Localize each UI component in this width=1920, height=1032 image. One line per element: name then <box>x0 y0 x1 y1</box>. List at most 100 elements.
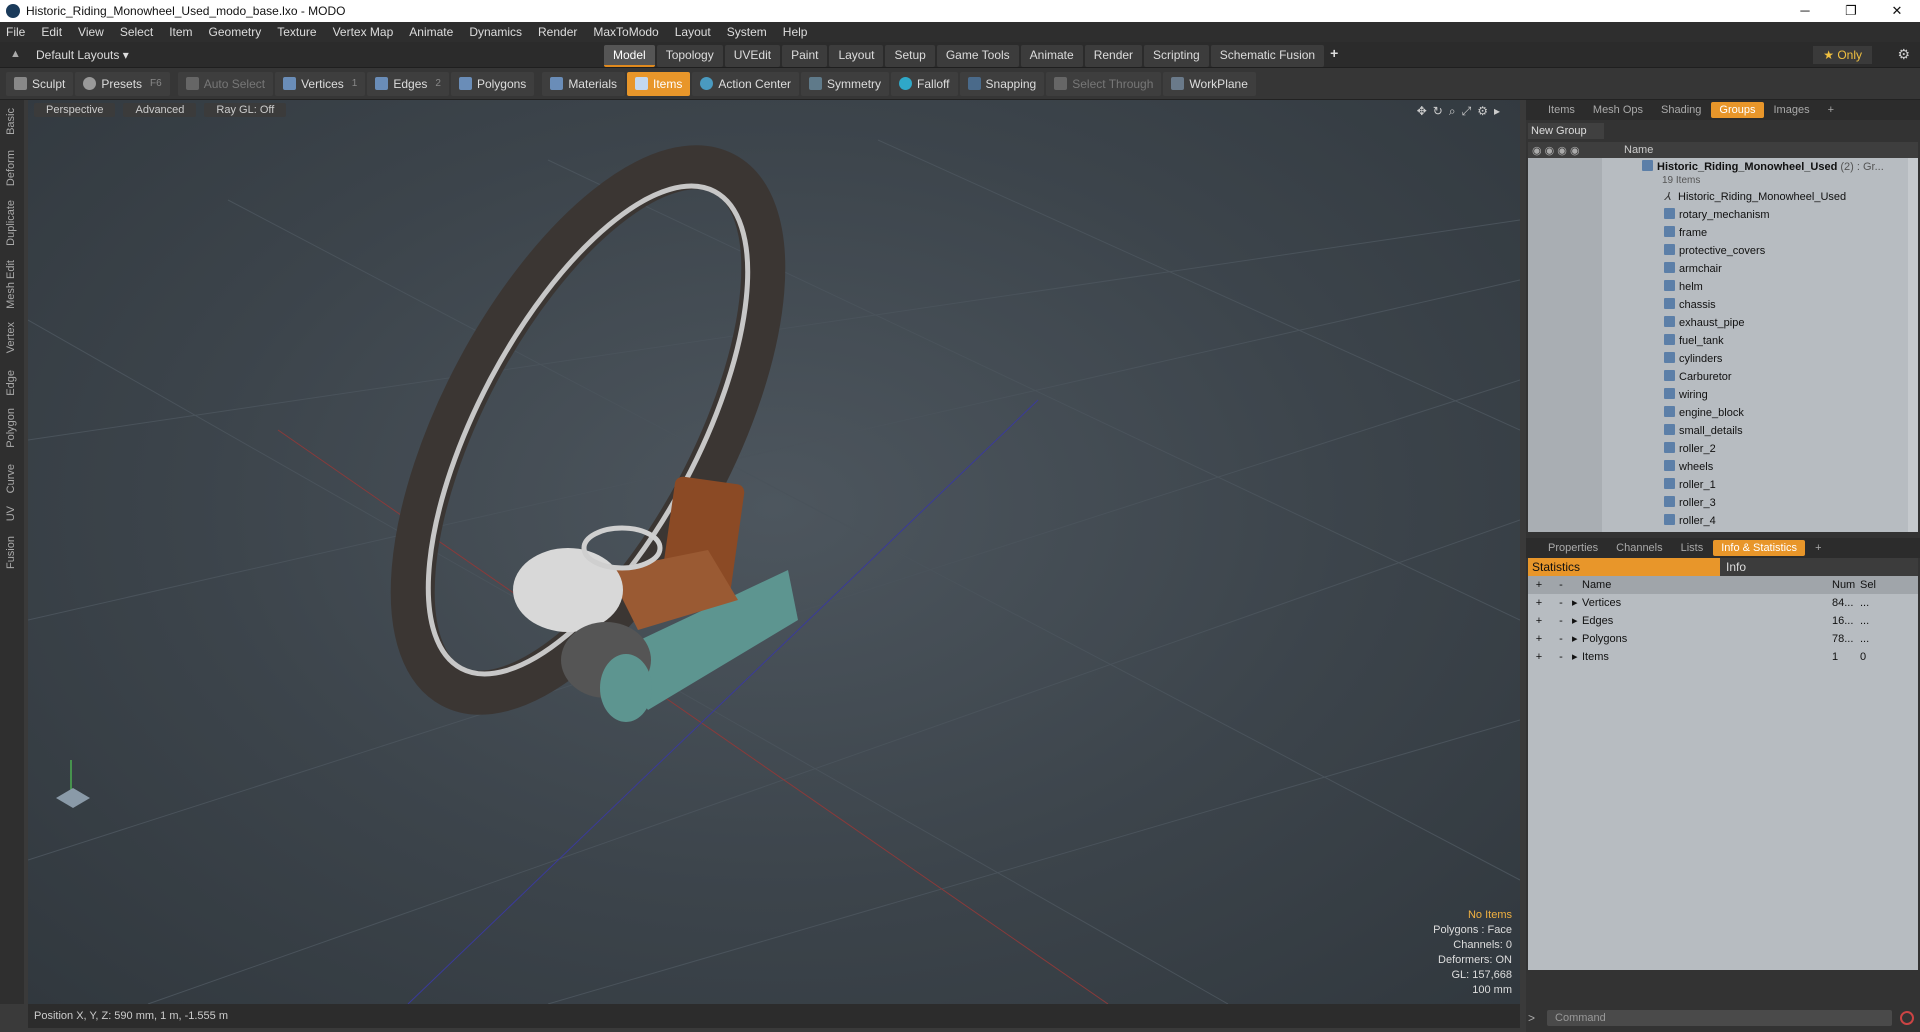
remove-icon[interactable]: - <box>1550 612 1572 630</box>
snapping-button[interactable]: Snapping <box>959 71 1045 96</box>
add-icon[interactable]: + <box>1528 594 1550 612</box>
left-tab-uv[interactable]: UV <box>5 506 17 521</box>
edges-button[interactable]: Edges 2 <box>367 71 449 96</box>
fit-icon[interactable]: ⤢ <box>1462 104 1478 118</box>
left-tab-basic[interactable]: Basic <box>5 108 17 135</box>
layout-switch-icon[interactable]: ▲ <box>10 48 22 60</box>
workplane-button[interactable]: WorkPlane <box>1163 71 1256 96</box>
tab-render[interactable]: Render <box>1084 45 1143 67</box>
menu-geometry[interactable]: Geometry <box>209 25 262 39</box>
tab-game-tools[interactable]: Game Tools <box>936 45 1019 67</box>
group-item[interactable]: wiring <box>1528 386 1918 404</box>
group-item[interactable]: roller_2 <box>1528 440 1918 458</box>
tab-animate[interactable]: Animate <box>1020 45 1083 67</box>
table-row[interactable]: + - ▸ Vertices 84... ... <box>1528 594 1918 612</box>
menu-help[interactable]: Help <box>783 25 808 39</box>
statistics-tab[interactable]: Statistics <box>1528 558 1720 576</box>
zoom-icon[interactable]: ⌕ <box>1449 104 1462 118</box>
group-item[interactable]: wheels <box>1528 458 1918 476</box>
menu-file[interactable]: File <box>6 25 25 39</box>
menu-maxtomodo[interactable]: MaxToModo <box>593 25 658 39</box>
expand-all-icon[interactable]: + <box>1528 576 1550 594</box>
group-item[interactable]: cylinders <box>1528 350 1918 368</box>
tab-topology[interactable]: Topology <box>656 45 723 67</box>
table-row[interactable]: + - ▸ Items 1 0 <box>1528 648 1918 666</box>
auto-select-button[interactable]: Auto Select <box>177 71 274 96</box>
select-through-button[interactable]: Select Through <box>1046 71 1162 96</box>
expand-arrow-icon[interactable]: ▸ <box>1572 648 1582 666</box>
close-button[interactable]: ✕ <box>1874 0 1920 22</box>
tab-paint[interactable]: Paint <box>782 45 828 67</box>
name-column-header[interactable]: Name <box>1624 144 1653 156</box>
tab-uvedit[interactable]: UVEdit <box>724 45 781 67</box>
tab-setup[interactable]: Setup <box>885 45 935 67</box>
symmetry-button[interactable]: Symmetry <box>801 71 890 96</box>
group-item[interactable]: rotary_mechanism <box>1528 206 1918 224</box>
left-tab-curve[interactable]: Curve <box>5 464 17 493</box>
group-item[interactable]: fuel_tank <box>1528 332 1918 350</box>
left-tab-duplicate[interactable]: Duplicate <box>5 200 17 246</box>
left-tab-deform[interactable]: Deform <box>5 150 17 186</box>
tab-properties[interactable]: Properties <box>1540 540 1606 556</box>
menu-layout[interactable]: Layout <box>675 25 711 39</box>
remove-icon[interactable]: - <box>1550 648 1572 666</box>
expand-arrow-icon[interactable]: ▸ <box>1572 594 1582 612</box>
command-input[interactable]: Command <box>1547 1010 1892 1026</box>
add-icon[interactable]: + <box>1528 648 1550 666</box>
presets-button[interactable]: Presets F6 <box>75 71 170 96</box>
table-row[interactable]: + - ▸ Edges 16... ... <box>1528 612 1918 630</box>
viewport-settings-icon[interactable]: ⚙ <box>1477 104 1494 118</box>
group-item[interactable]: chassis <box>1528 296 1918 314</box>
advanced-dropdown[interactable]: Advanced <box>123 103 197 117</box>
3d-viewport[interactable]: Perspective Advanced Ray GL: Off ✥↻⌕⤢⚙▸ … <box>28 100 1520 1004</box>
menu-vertex-map[interactable]: Vertex Map <box>333 25 394 39</box>
polygons-button[interactable]: Polygons <box>450 71 535 96</box>
group-item[interactable]: armchair <box>1528 260 1918 278</box>
expand-arrow-icon[interactable]: ▸ <box>1572 612 1582 630</box>
expand-arrow-icon[interactable]: ▸ <box>1572 630 1582 648</box>
group-item[interactable]: roller_4 <box>1528 512 1918 530</box>
menu-edit[interactable]: Edit <box>41 25 62 39</box>
menu-system[interactable]: System <box>727 25 767 39</box>
falloff-button[interactable]: Falloff <box>891 71 958 96</box>
group-item[interactable]: engine_block <box>1528 404 1918 422</box>
group-item[interactable]: exhaust_pipe <box>1528 314 1918 332</box>
add-icon[interactable]: + <box>1528 630 1550 648</box>
groups-scrollbar[interactable] <box>1908 158 1918 532</box>
items-button[interactable]: Items <box>627 71 691 96</box>
tab-schematic-fusion[interactable]: Schematic Fusion <box>1210 45 1325 67</box>
add-panel-tab-icon[interactable]: + <box>1820 102 1842 118</box>
menu-animate[interactable]: Animate <box>409 25 453 39</box>
left-tab-polygon[interactable]: Polygon <box>5 408 17 448</box>
collapse-all-icon[interactable]: - <box>1550 576 1572 594</box>
tab-items[interactable]: Items <box>1540 102 1583 118</box>
menu-texture[interactable]: Texture <box>277 25 316 39</box>
add-icon[interactable]: + <box>1528 612 1550 630</box>
group-item[interactable]: ⅄ Historic_Riding_Monowheel_Used <box>1528 188 1918 206</box>
tab-shading[interactable]: Shading <box>1653 102 1709 118</box>
left-tab-edge[interactable]: Edge <box>5 370 17 396</box>
materials-button[interactable]: Materials <box>542 71 625 96</box>
table-row[interactable]: + - ▸ Polygons 78... ... <box>1528 630 1918 648</box>
rotate-icon[interactable]: ↻ <box>1433 104 1449 118</box>
gear-icon[interactable]: ⚙ <box>1897 46 1910 63</box>
new-group-button[interactable]: New Group <box>1528 123 1604 139</box>
record-icon[interactable] <box>1900 1011 1914 1025</box>
menu-item[interactable]: Item <box>169 25 192 39</box>
perspective-dropdown[interactable]: Perspective <box>34 103 116 117</box>
raygl-dropdown[interactable]: Ray GL: Off <box>204 103 287 117</box>
group-item[interactable]: roller_3 <box>1528 494 1918 512</box>
remove-icon[interactable]: - <box>1550 594 1572 612</box>
tab-layout[interactable]: Layout <box>829 45 884 67</box>
group-item[interactable]: small_details <box>1528 422 1918 440</box>
menu-render[interactable]: Render <box>538 25 577 39</box>
add-panel-tab-icon[interactable]: + <box>1807 540 1829 556</box>
tab-channels[interactable]: Channels <box>1608 540 1670 556</box>
left-tab-vertex[interactable]: Vertex <box>5 322 17 353</box>
maximize-button[interactable]: ❐ <box>1828 0 1874 22</box>
only-toggle[interactable]: ★ Only <box>1813 46 1872 64</box>
tab-mesh-ops[interactable]: Mesh Ops <box>1585 102 1651 118</box>
menu-dynamics[interactable]: Dynamics <box>469 25 522 39</box>
expand-arrow-icon[interactable]: ▸ <box>1494 104 1506 118</box>
left-tab-fusion[interactable]: Fusion <box>5 536 17 569</box>
